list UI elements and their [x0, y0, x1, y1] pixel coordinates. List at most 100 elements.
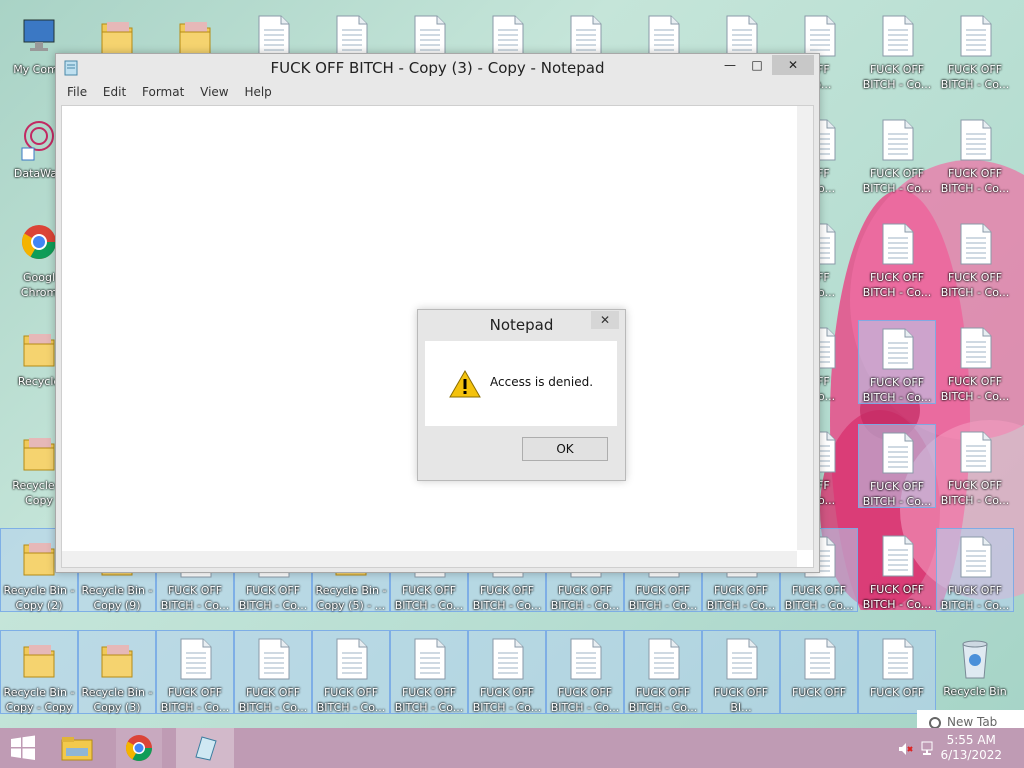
network-icon[interactable]	[920, 728, 938, 768]
desktop-icon-label: Recycle Bin - Copy (3)	[81, 686, 153, 714]
folder-icon	[20, 430, 58, 474]
text-file-desktop-icon[interactable]: FUCK OFF BITCH - Co...	[468, 630, 546, 714]
dialog-close-button[interactable]: ✕	[591, 311, 619, 329]
document-icon	[956, 326, 994, 370]
text-file-desktop-icon[interactable]: FUCK OFF BI...	[702, 630, 780, 714]
menu-edit[interactable]: Edit	[103, 85, 126, 99]
menu-bar: File Edit Format View Help	[61, 85, 278, 105]
desktop-icon-label: FUCK OFF BITCH - Co...	[940, 479, 1010, 507]
desktop-icon-label: FUCK OFF BITCH - Co...	[316, 686, 386, 714]
desktop-icon-label: FUCK OFF BITCH - Co...	[862, 167, 932, 195]
clock-time: 5:55 AM	[946, 733, 996, 747]
desktop-icon-label: FUCK OFF BITCH - Co...	[940, 375, 1010, 403]
desktop-icon-label: Recycle Bin - Copy (5) - ...	[315, 584, 387, 612]
text-file-desktop-icon[interactable]: FUCK OFF	[780, 630, 858, 714]
close-button[interactable]: ✕	[772, 55, 814, 75]
document-icon	[332, 14, 370, 58]
text-file-desktop-icon[interactable]: FUCK OFF BITCH - Co...	[936, 216, 1014, 300]
desktop-icon-label: FUCK OFF BITCH - Co...	[940, 63, 1010, 91]
desktop-icon-label: FUCK OFF	[869, 686, 925, 699]
desktop-icon-label: FUCK OFF BITCH - Co...	[238, 584, 308, 612]
text-file-desktop-icon[interactable]: FUCK OFF BITCH - Co...	[858, 216, 936, 300]
folder-icon	[98, 14, 136, 58]
text-file-desktop-icon[interactable]: FUCK OFF BITCH - Co...	[858, 320, 936, 404]
desktop-icon-label: FUCK OFF BITCH - Co...	[628, 584, 698, 612]
desktop-icon-label: FUCK OFF BITCH - Co...	[238, 686, 308, 714]
text-file-desktop-icon[interactable]: FUCK OFF BITCH - Co...	[234, 630, 312, 714]
folder-icon	[20, 535, 58, 579]
volume-muted-icon[interactable]	[898, 728, 914, 768]
document-icon	[956, 430, 994, 474]
document-icon	[566, 637, 604, 681]
notepad-titlebar[interactable]: FUCK OFF BITCH - Copy (3) - Copy - Notep…	[56, 54, 819, 84]
text-file-desktop-icon[interactable]: FUCK OFF BITCH - Co...	[858, 424, 936, 508]
desktop-icon-label: FUCK OFF BITCH - Co...	[862, 583, 932, 611]
warning-icon	[449, 370, 481, 398]
bin-icon	[956, 636, 994, 680]
document-icon	[878, 222, 916, 266]
text-file-desktop-icon[interactable]: FUCK OFF BITCH - Co...	[858, 528, 936, 612]
text-file-desktop-icon[interactable]: FUCK OFF BITCH - Co...	[624, 630, 702, 714]
document-icon	[800, 14, 838, 58]
desktop-icon-label: Recycle Bin - Copy (9)	[81, 584, 153, 612]
text-file-desktop-icon[interactable]: FUCK OFF BITCH - Co...	[858, 8, 936, 92]
notepad-taskbar[interactable]	[176, 728, 234, 768]
text-file-desktop-icon[interactable]: FUCK OFF BITCH - Co...	[156, 630, 234, 714]
document-icon	[488, 14, 526, 58]
text-file-desktop-icon[interactable]: FUCK OFF BITCH - Co...	[546, 630, 624, 714]
chrome-taskbar[interactable]	[116, 728, 162, 768]
desktop-icon-label: FUCK OFF BITCH - Co...	[784, 584, 854, 612]
document-icon	[488, 637, 526, 681]
ok-button[interactable]: OK	[522, 437, 608, 461]
text-file-desktop-icon[interactable]: FUCK OFF BITCH - Co...	[936, 8, 1014, 92]
document-icon	[332, 637, 370, 681]
menu-format[interactable]: Format	[142, 85, 184, 99]
menu-help[interactable]: Help	[244, 85, 271, 99]
text-file-desktop-icon[interactable]: FUCK OFF BITCH - Co...	[858, 112, 936, 196]
text-file-desktop-icon[interactable]: FUCK OFF BITCH - Co...	[936, 424, 1014, 508]
desktop-icon-label: FUCK OFF	[791, 686, 847, 699]
notepad-title: FUCK OFF BITCH - Copy (3) - Copy - Notep…	[270, 59, 605, 77]
menu-view[interactable]: View	[200, 85, 228, 99]
desktop-icon-label: FUCK OFF BITCH - Co...	[472, 584, 542, 612]
menu-file[interactable]: File	[67, 85, 87, 99]
desktop-icon-label: FUCK OFF BITCH - Co...	[550, 686, 620, 714]
text-file-desktop-icon[interactable]: FUCK OFF BITCH - Co...	[390, 630, 468, 714]
document-icon	[644, 637, 682, 681]
folder-desktop-icon[interactable]: Recycle Bin - Copy (3)	[78, 630, 156, 714]
desktop-icon-label: FUCK OFF BITCH - Co...	[394, 584, 464, 612]
dialog-message: Access is denied.	[490, 375, 594, 389]
document-icon	[410, 14, 448, 58]
desktop-icon-label: FUCK OFF BITCH - Co...	[940, 271, 1010, 299]
start-button[interactable]	[8, 728, 42, 768]
clock-date: 6/13/2022	[940, 748, 1002, 762]
system-clock[interactable]: 5:55 AM 6/13/2022	[940, 733, 1002, 763]
new-tab-popup[interactable]: New Tab	[917, 710, 1024, 728]
horizontal-scrollbar[interactable]	[62, 551, 797, 567]
text-file-desktop-icon[interactable]: FUCK OFF	[858, 630, 936, 714]
text-file-desktop-icon[interactable]: FUCK OFF BITCH - Co...	[936, 320, 1014, 404]
desktop-icon-label: FUCK OFF BITCH - Co...	[862, 63, 932, 91]
maximize-button[interactable]: □	[744, 55, 770, 75]
app-icon	[20, 118, 58, 162]
file-explorer-taskbar[interactable]	[60, 728, 100, 768]
vertical-scrollbar[interactable]	[797, 106, 813, 550]
minimize-button[interactable]: —	[717, 55, 743, 75]
desktop-icon-label: FUCK OFF BITCH - Co...	[862, 376, 932, 404]
desktop-icon-label: FUCK OFF BITCH - Co...	[862, 480, 932, 508]
desktop-icon-label: FUCK OFF BITCH - Co...	[706, 584, 776, 612]
bin-desktop-icon[interactable]: Recycle Bin	[936, 630, 1014, 714]
text-file-desktop-icon[interactable]: FUCK OFF BITCH - Co...	[936, 528, 1014, 612]
desktop-icon-label: FUCK OFF BITCH - Co...	[160, 584, 230, 612]
document-icon	[722, 637, 760, 681]
text-file-desktop-icon[interactable]: FUCK OFF BITCH - Co...	[312, 630, 390, 714]
dialog-body: Access is denied.	[425, 341, 617, 426]
document-icon	[878, 14, 916, 58]
folder-desktop-icon[interactable]: Recycle Bin - Copy - Copy	[0, 630, 78, 714]
text-file-desktop-icon[interactable]: FUCK OFF BITCH - Co...	[936, 112, 1014, 196]
document-icon	[878, 637, 916, 681]
document-icon	[410, 637, 448, 681]
desktop-icon-label: Recycle Bin - Copy (2)	[3, 584, 75, 612]
document-icon	[878, 534, 916, 578]
chrome-icon	[929, 717, 941, 728]
